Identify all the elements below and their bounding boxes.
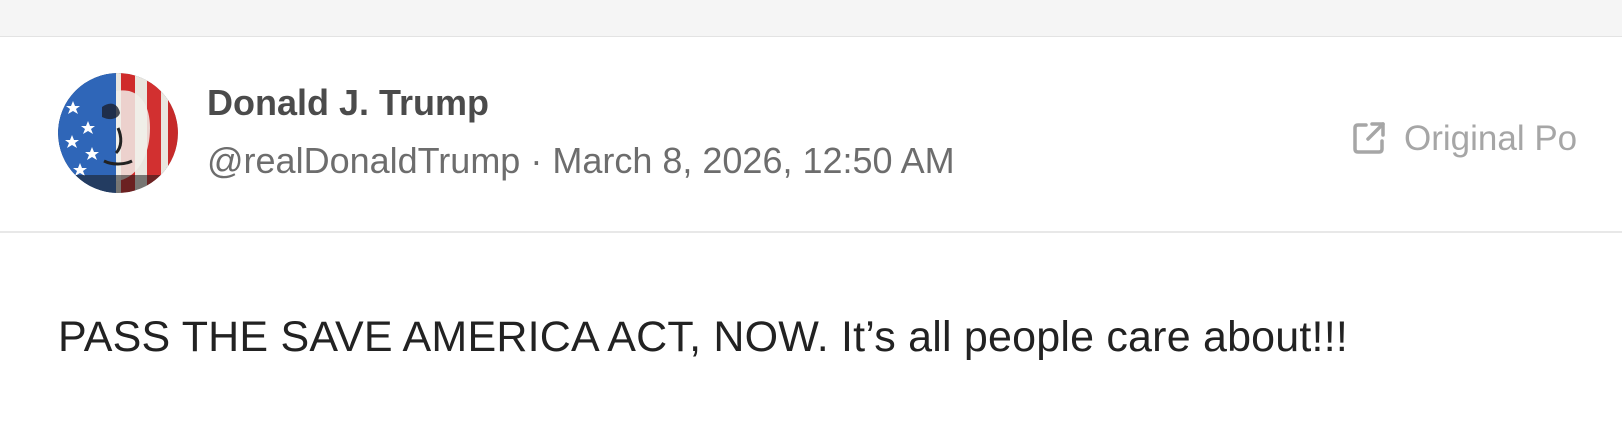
post-body-text: PASS THE SAVE AMERICA ACT, NOW. It’s all… — [58, 313, 1349, 361]
avatar[interactable] — [58, 73, 178, 193]
author-name[interactable]: Donald J. Trump — [207, 85, 489, 121]
post-header: Donald J. Trump @realDonaldTrump · March… — [0, 37, 1622, 233]
original-post-link[interactable]: Original Po — [1350, 119, 1577, 157]
meta-separator: · — [520, 140, 553, 181]
post-meta: @realDonaldTrump · March 8, 2026, 12:50 … — [207, 143, 955, 179]
post-page: Donald J. Trump @realDonaldTrump · March… — [0, 0, 1622, 432]
post-timestamp[interactable]: March 8, 2026, 12:50 AM — [552, 140, 954, 181]
original-post-label: Original Po — [1404, 118, 1578, 158]
top-bar — [0, 0, 1622, 37]
external-link-icon — [1350, 119, 1388, 157]
author-handle[interactable]: @realDonaldTrump — [207, 140, 520, 181]
avatar-image — [58, 73, 178, 193]
